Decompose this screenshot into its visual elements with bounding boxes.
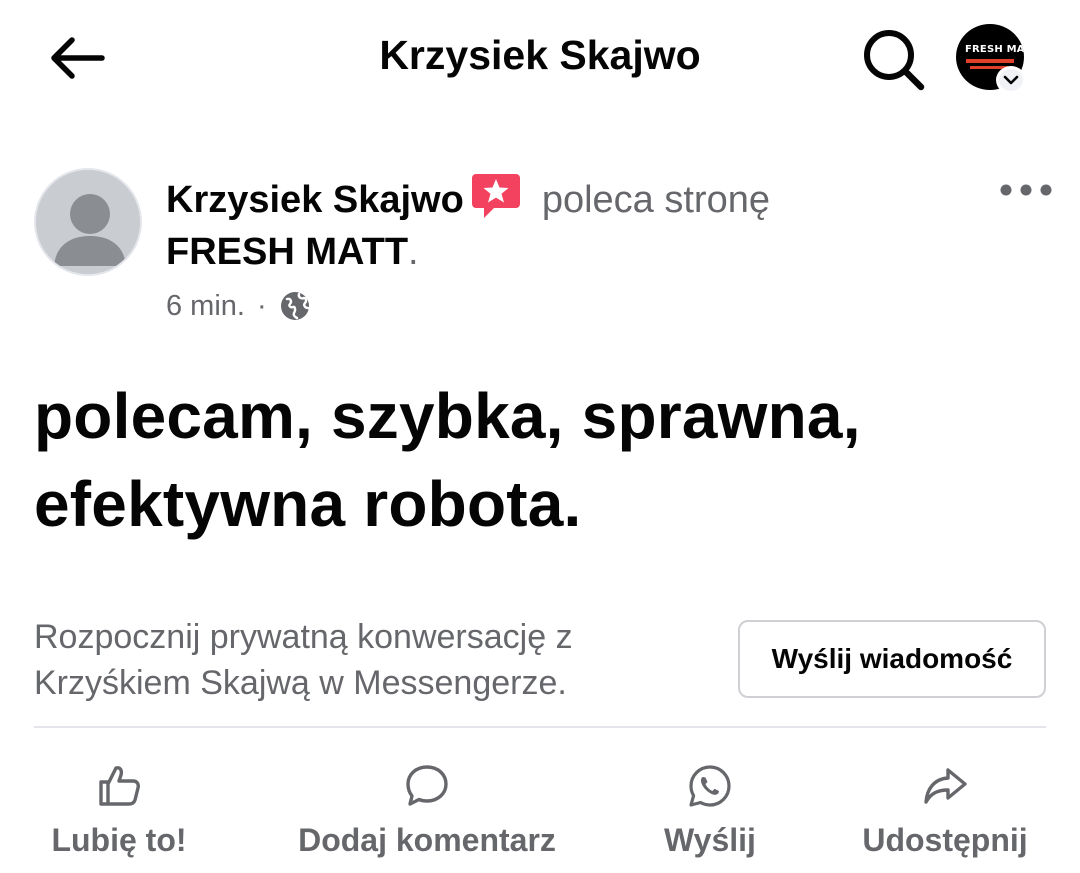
- send-label: Wyślij: [664, 822, 756, 858]
- recommendation-star-icon: [471, 174, 520, 218]
- share-button[interactable]: Udostępnij: [850, 762, 1040, 862]
- post-headline: Krzysiek Skajwo poleca stronę FRESH MATT…: [166, 170, 986, 278]
- post-detail-screen: Krzysiek Skajwo FRESH MATT: [0, 0, 1080, 873]
- chevron-down-icon: [996, 66, 1026, 94]
- profile-switcher-button[interactable]: FRESH MATT: [956, 24, 1028, 94]
- globe-icon: [280, 292, 309, 320]
- divider: [34, 726, 1046, 728]
- messenger-prompt: Rozpocznij prywatną konwersację z Krzyśk…: [34, 618, 573, 702]
- comment-bubble-icon: [406, 765, 448, 806]
- comment-label: Dodaj komentarz: [298, 822, 556, 858]
- comment-button[interactable]: Dodaj komentarz: [282, 762, 572, 862]
- whatsapp-send-button[interactable]: Wyślij: [650, 762, 770, 862]
- post-meta: 6 min. ·: [166, 286, 311, 326]
- post-body-text: polecam, szybka, sprawna, efektywna robo…: [34, 380, 861, 540]
- top-app-bar: Krzysiek Skajwo FRESH MATT: [0, 0, 1080, 118]
- send-message-button[interactable]: Wyślij wiadomość: [738, 620, 1046, 698]
- like-label: Lubię to!: [51, 822, 187, 858]
- whatsapp-icon: [689, 765, 731, 807]
- recommended-page-name[interactable]: FRESH MATT: [166, 231, 408, 273]
- share-label: Udostępnij: [862, 822, 1028, 858]
- thumbs-up-icon: [99, 766, 140, 806]
- share-arrow-icon: [924, 768, 967, 804]
- search-icon[interactable]: [860, 26, 926, 92]
- like-button[interactable]: Lubię to!: [44, 762, 194, 862]
- profile-brand-logo: FRESH MATT: [965, 44, 1024, 55]
- meta-separator: ·: [256, 289, 267, 322]
- author-avatar[interactable]: [34, 168, 142, 276]
- post-timestamp[interactable]: 6 min.: [166, 290, 245, 323]
- author-name[interactable]: Krzysiek Skajwo: [166, 179, 464, 221]
- more-options-icon[interactable]: [996, 172, 1056, 208]
- recommendation-text: poleca stronę: [541, 179, 770, 221]
